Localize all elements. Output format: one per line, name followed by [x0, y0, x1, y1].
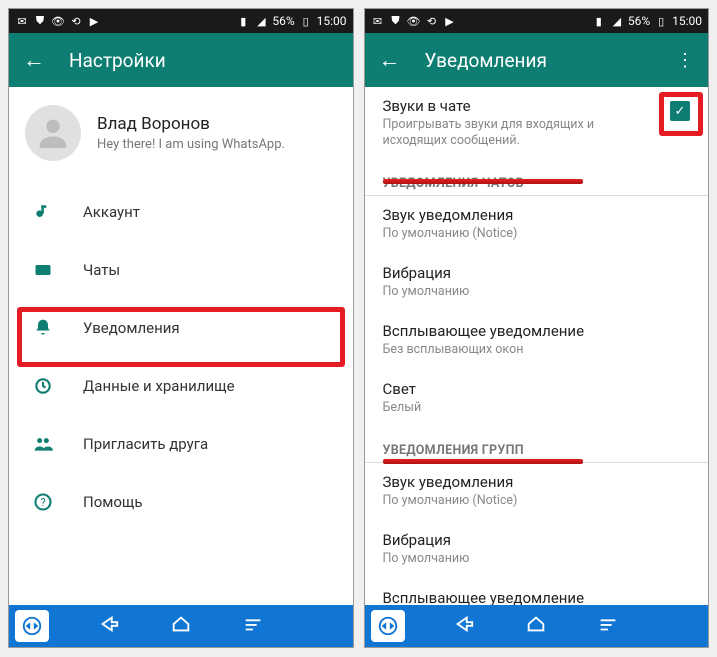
- menu-label: Данные и хранилище: [83, 377, 235, 395]
- status-bar: ✉ ⛊ 👁 ⟲ ▶ ▮ ◢ 56% ▯ 15:00: [9, 9, 353, 33]
- play-icon: ▶: [443, 14, 457, 28]
- menu-label: Чаты: [83, 261, 120, 279]
- row-group-popup[interactable]: Всплывающее уведомление: [365, 579, 709, 605]
- row-title: Вибрация: [383, 264, 691, 282]
- row-sub: Без всплывающих окон: [383, 342, 691, 358]
- battery-icon: ▯: [299, 14, 313, 28]
- sync-icon: ⟲: [425, 14, 439, 28]
- nav-home[interactable]: [170, 613, 192, 640]
- back-icon[interactable]: ←: [379, 47, 401, 73]
- checkbox-chat-sounds[interactable]: ✓: [670, 101, 690, 121]
- nav-back[interactable]: [98, 613, 120, 640]
- overflow-menu-icon[interactable]: ⋮: [676, 50, 694, 71]
- row-title: Всплывающее уведомление: [383, 589, 691, 605]
- svg-text:?: ?: [40, 496, 45, 509]
- menu-notifications[interactable]: Уведомления: [9, 299, 353, 357]
- sync-icon: ⟲: [69, 14, 83, 28]
- avatar: [25, 105, 81, 161]
- signal-icon: ◢: [610, 14, 624, 28]
- mail-icon: ✉: [371, 14, 385, 28]
- page-title: Настройки: [69, 49, 166, 72]
- row-title: Звуки в чате: [383, 97, 691, 115]
- menu-invite[interactable]: Пригласить друга: [9, 415, 353, 473]
- shield-icon: ⛊: [389, 14, 403, 28]
- menu-chats[interactable]: Чаты: [9, 241, 353, 299]
- menu-label: Пригласить друга: [83, 435, 208, 453]
- profile-status: Hey there! I am using WhatsApp.: [97, 137, 285, 152]
- signal-icon: ◢: [254, 14, 268, 28]
- back-icon[interactable]: ←: [23, 47, 45, 73]
- teamviewer-icon[interactable]: [371, 610, 405, 642]
- battery-icon: ▯: [654, 14, 668, 28]
- settings-content: Влад Воронов Hey there! I am using Whats…: [9, 87, 353, 605]
- menu-data[interactable]: Данные и хранилище: [9, 357, 353, 415]
- profile-row[interactable]: Влад Воронов Hey there! I am using Whats…: [9, 87, 353, 183]
- phone-left: ✉ ⛊ 👁 ⟲ ▶ ▮ ◢ 56% ▯ 15:00 ← Настройки Вл…: [8, 8, 354, 648]
- row-sub: По умолчанию: [383, 551, 691, 567]
- profile-name: Влад Воронов: [97, 114, 285, 134]
- battery-pct: 56%: [628, 14, 650, 28]
- phone-right: ✉ ⛊ 👁 ⟲ ▶ ▮ ◢ 56% ▯ 15:00 ← Уведомления …: [364, 8, 710, 648]
- play-icon: ▶: [87, 14, 101, 28]
- section-chats: УВЕДОМЛЕНИЯ ЧАТОВ: [365, 162, 709, 195]
- row-title: Звук уведомления: [383, 473, 691, 491]
- row-sub: По умолчанию (Notice): [383, 226, 691, 242]
- clock: 15:00: [317, 14, 347, 28]
- row-title: Свет: [383, 380, 691, 398]
- clock: 15:00: [672, 14, 702, 28]
- row-title: Вибрация: [383, 531, 691, 549]
- teamviewer-icon[interactable]: [15, 610, 49, 642]
- row-sub: Белый: [383, 400, 691, 416]
- row-group-sound[interactable]: Звук уведомления По умолчанию (Notice): [365, 463, 709, 521]
- row-vibration[interactable]: Вибрация По умолчанию: [365, 254, 709, 312]
- row-group-vibration[interactable]: Вибрация По умолчанию: [365, 521, 709, 579]
- menu-label: Аккаунт: [83, 203, 140, 221]
- row-title: Звук уведомления: [383, 206, 691, 224]
- app-bar: ← Настройки: [9, 33, 353, 87]
- row-sub: Проигрывать звуки для входящих и исходящ…: [383, 117, 691, 150]
- row-popup[interactable]: Всплывающее уведомление Без всплывающих …: [365, 312, 709, 370]
- row-sub: По умолчанию (Notice): [383, 493, 691, 509]
- page-title: Уведомления: [425, 49, 547, 72]
- row-chat-sounds[interactable]: Звуки в чате Проигрывать звуки для входя…: [365, 87, 709, 162]
- menu-label: Помощь: [83, 493, 143, 511]
- bell-icon: [33, 318, 53, 338]
- nav-back[interactable]: [453, 613, 475, 640]
- key-icon: [33, 202, 53, 222]
- chat-icon: [33, 260, 53, 280]
- menu-help[interactable]: ? Помощь: [9, 473, 353, 531]
- invite-icon: [33, 434, 53, 454]
- eye-icon: 👁: [51, 14, 65, 28]
- row-sub: По умолчанию: [383, 284, 691, 300]
- row-title: Всплывающее уведомление: [383, 322, 691, 340]
- signal-icon: ▮: [236, 14, 250, 28]
- mail-icon: ✉: [15, 14, 29, 28]
- status-bar: ✉ ⛊ 👁 ⟲ ▶ ▮ ◢ 56% ▯ 15:00: [365, 9, 709, 33]
- nav-bar: [9, 605, 353, 647]
- data-icon: [33, 376, 53, 396]
- notifications-content: Звуки в чате Проигрывать звуки для входя…: [365, 87, 709, 605]
- nav-recent[interactable]: [242, 613, 264, 640]
- nav-recent[interactable]: [597, 613, 619, 640]
- shield-icon: ⛊: [33, 14, 47, 28]
- row-sound[interactable]: Звук уведомления По умолчанию (Notice): [365, 196, 709, 254]
- section-groups: УВЕДОМЛЕНИЯ ГРУПП: [365, 429, 709, 462]
- row-light[interactable]: Свет Белый: [365, 370, 709, 428]
- help-icon: ?: [33, 492, 53, 512]
- nav-bar: [365, 605, 709, 647]
- signal-icon: ▮: [592, 14, 606, 28]
- nav-home[interactable]: [525, 613, 547, 640]
- menu-label: Уведомления: [83, 319, 180, 337]
- menu-account[interactable]: Аккаунт: [9, 183, 353, 241]
- battery-pct: 56%: [272, 14, 294, 28]
- app-bar: ← Уведомления ⋮: [365, 33, 709, 87]
- eye-icon: 👁: [407, 14, 421, 28]
